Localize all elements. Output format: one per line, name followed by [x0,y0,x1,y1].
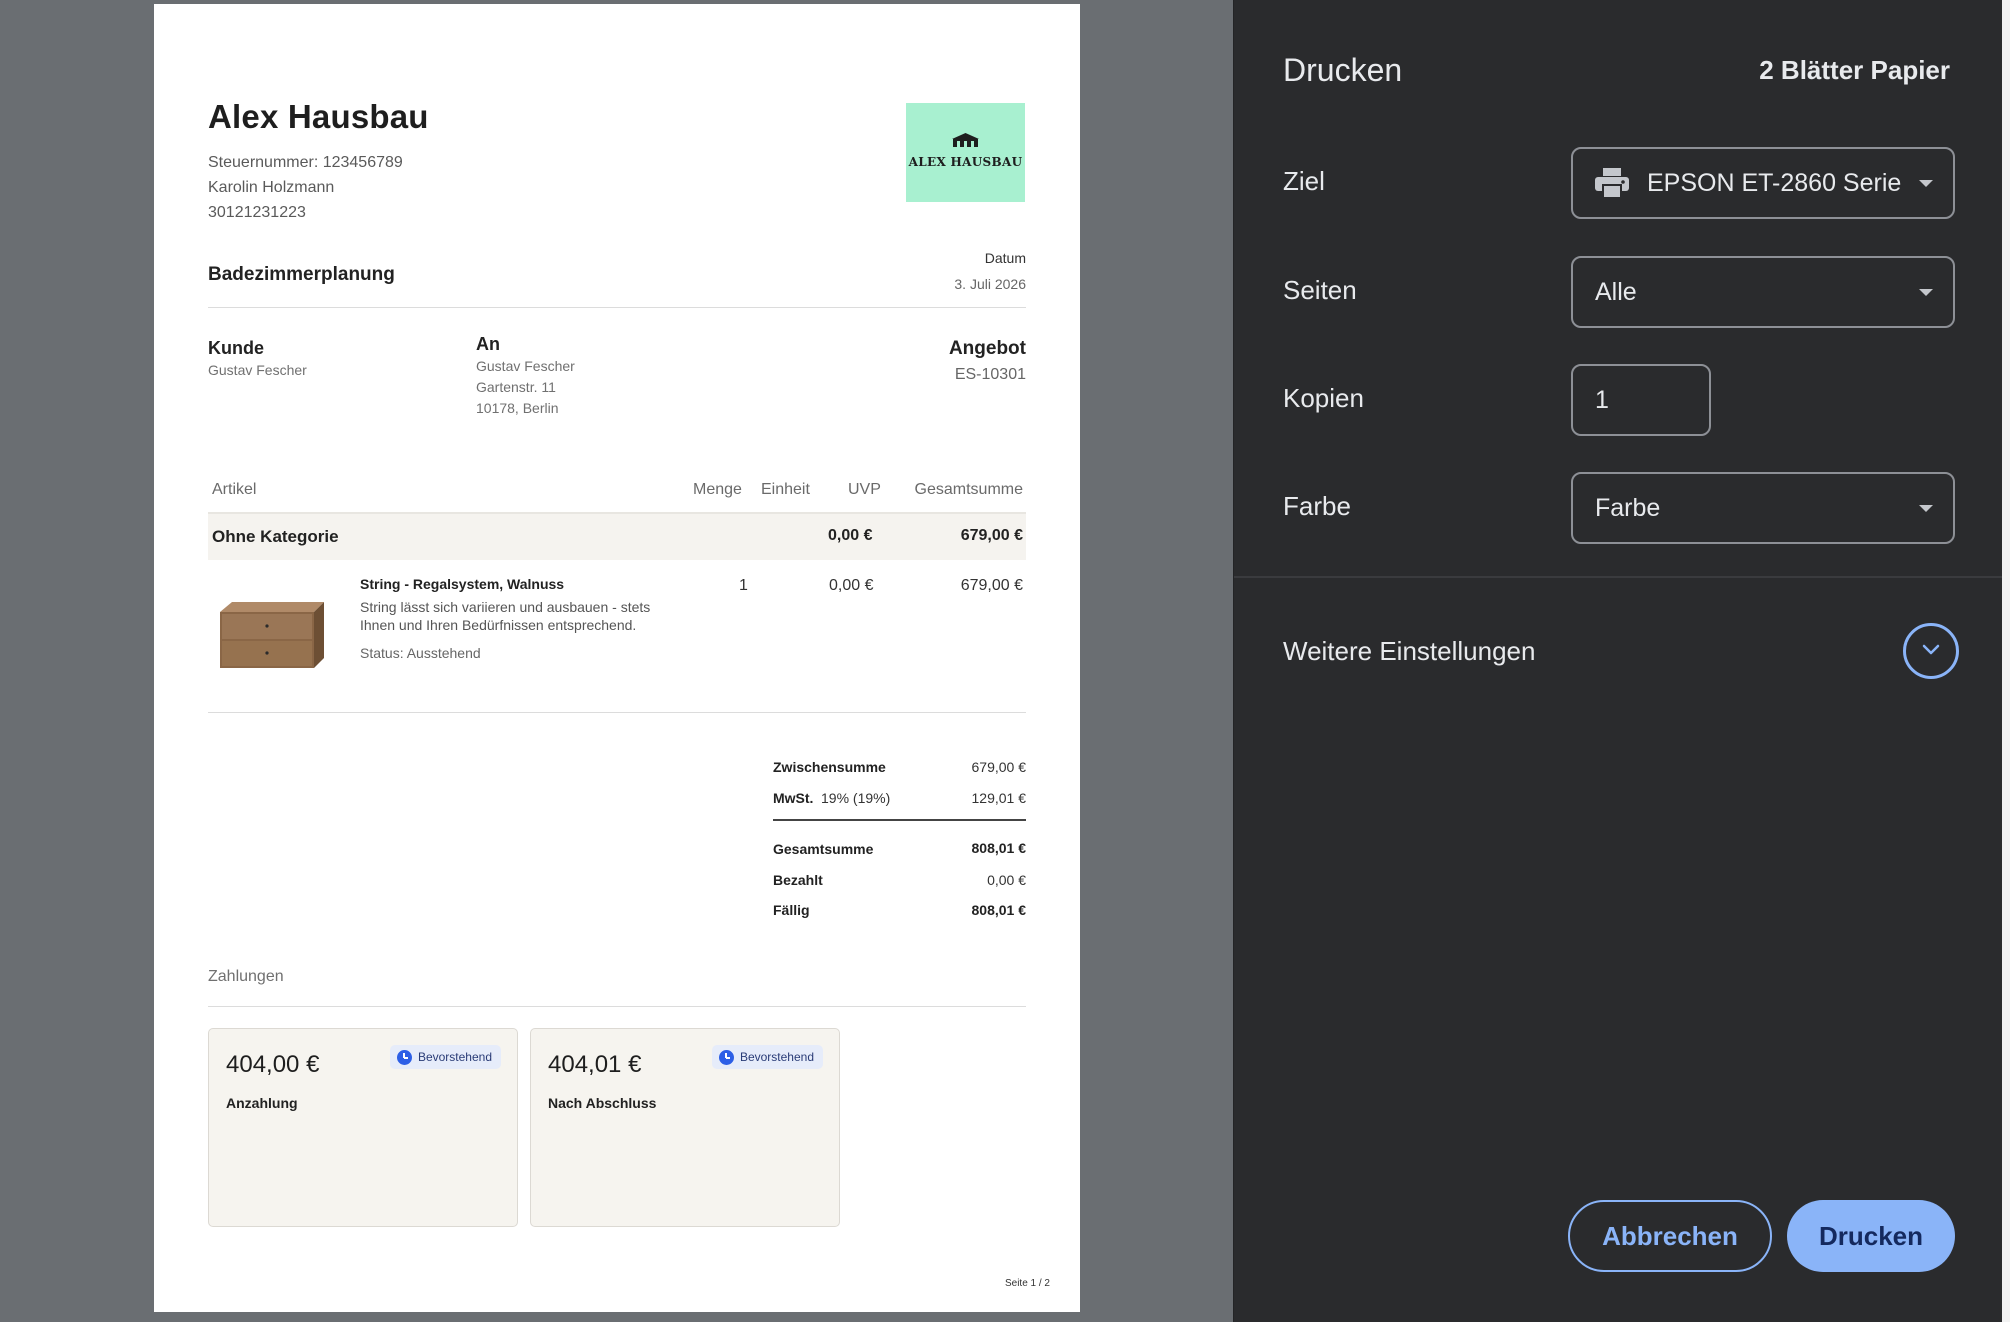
item-description: String lässt sich variieren und ausbauen… [360,599,651,633]
col-total: Gesamtsumme [914,481,1023,498]
offer-number: ES-10301 [954,366,1026,383]
category-total: 679,00 € [960,527,1023,544]
contact-phone: 30121231223 [208,204,306,221]
subtotal-value: 679,00 € [971,759,1027,775]
totals-divider [773,819,1026,821]
payment-label: Nach Abschluss [548,1095,657,1111]
customer-label: Kunde [208,338,264,358]
recipient-city: 10178, Berlin [476,400,559,416]
grand-total-value: 808,01 € [971,840,1027,856]
clock-icon [718,1049,734,1065]
divider [208,307,1026,308]
customer-name: Gustav Fescher [208,362,307,378]
chevron-down-icon [1919,289,1933,296]
house-icon [952,133,979,147]
vat-rate: 19% (19%) [821,790,891,806]
color-select[interactable]: Farbe [1571,472,1955,544]
chevron-down-icon [1919,180,1933,187]
preview-page: Alex Hausbau Steuernummer: 123456789 Kar… [154,4,1080,1312]
project-title: Badezimmerplanung [208,264,395,285]
color-label: Farbe [1283,491,1351,521]
copies-input[interactable]: 1 [1571,364,1711,436]
date-value: 3. Juli 2026 [954,276,1026,292]
date-label: Datum [984,250,1026,266]
col-unit: Einheit [761,481,810,498]
company-logo: ALEX HAUSBAU [906,103,1025,202]
subtotal-label: Zwischensumme [773,759,886,775]
destination-value: EPSON ET-2860 Serie [1647,168,1902,197]
payments-title: Zahlungen [208,968,284,985]
contact-name: Karolin Holzmann [208,179,335,196]
due-value: 808,01 € [971,902,1027,918]
paid-label: Bezahlt [773,872,823,888]
payment-amount: 404,00 € [226,1051,320,1078]
company-name: Alex Hausbau [208,98,429,135]
more-settings-toggle[interactable] [1903,623,1959,679]
status-badge: Bevorstehend [389,1045,501,1069]
chevron-down-icon [1919,505,1933,512]
pages-value: Alle [1595,277,1637,306]
copies-label: Kopien [1283,383,1364,413]
item-uvp: 0,00 € [829,577,874,594]
clock-icon [396,1049,412,1065]
color-value: Farbe [1595,493,1661,522]
pages-select[interactable]: Alle [1571,256,1955,328]
divider [208,712,1026,713]
recipient-label: An [476,334,500,354]
dialog-title: Drucken [1283,52,1403,88]
destination-label: Ziel [1283,166,1325,196]
col-qty: Menge [693,481,742,498]
print-preview-pane: Alex Hausbau Steuernummer: 123456789 Kar… [0,0,1233,1322]
more-settings-label[interactable]: Weitere Einstellungen [1283,636,1535,667]
status-text: Bevorstehend [739,1050,814,1064]
printer-icon [1595,168,1629,198]
item-name: String - Regalsystem, Walnuss [360,576,565,592]
logo-text: ALEX HAUSBAU [908,155,1023,169]
copies-value: 1 [1595,385,1609,414]
print-button[interactable]: Drucken [1787,1200,1955,1272]
category-row: Ohne Kategorie 0,00 € 679,00 € [208,512,1026,560]
cancel-button[interactable]: Abbrechen [1568,1200,1772,1272]
divider [208,1006,1026,1007]
col-uvp: UVP [848,481,881,498]
recipient-street: Gartenstr. 11 [476,379,556,395]
status-text: Bevorstehend [417,1050,492,1064]
paid-value: 0,00 € [987,872,1026,888]
status-badge: Bevorstehend [711,1045,823,1069]
page-number: Seite 1 / 2 [1004,1278,1050,1289]
payment-card: 404,00 € Anzahlung Bevorstehend [208,1028,518,1227]
payment-card: 404,01 € Nach Abschluss Bevorstehend [530,1028,840,1227]
col-article: Artikel [212,481,257,498]
grand-total-label: Gesamtsumme [773,841,874,857]
sheet-count: 2 Blätter Papier [1759,55,1950,85]
product-image [220,602,324,668]
window-edge [2002,0,2010,1322]
item-total: 679,00 € [960,577,1023,594]
divider [1234,576,2003,578]
tax-number: Steuernummer: 123456789 [208,154,403,171]
pages-label: Seiten [1283,275,1357,305]
print-dialog: Drucken 2 Blätter Papier Ziel EPSON ET-2… [1233,0,2003,1322]
destination-select[interactable]: EPSON ET-2860 Serie [1571,147,1955,219]
vat-value: 129,01 € [971,790,1027,806]
payment-label: Anzahlung [226,1095,298,1111]
chevron-down-icon [1922,644,1940,655]
item-qty: 1 [739,577,748,594]
offer-label: Angebot [948,338,1026,359]
recipient-name: Gustav Fescher [476,358,575,374]
due-label: Fällig [773,902,810,918]
item-status: Status: Ausstehend [360,645,481,661]
category-uvp: 0,00 € [828,527,873,544]
category-name: Ohne Kategorie [212,527,339,546]
payment-amount: 404,01 € [548,1051,642,1078]
vat-label: MwSt. [773,790,814,806]
